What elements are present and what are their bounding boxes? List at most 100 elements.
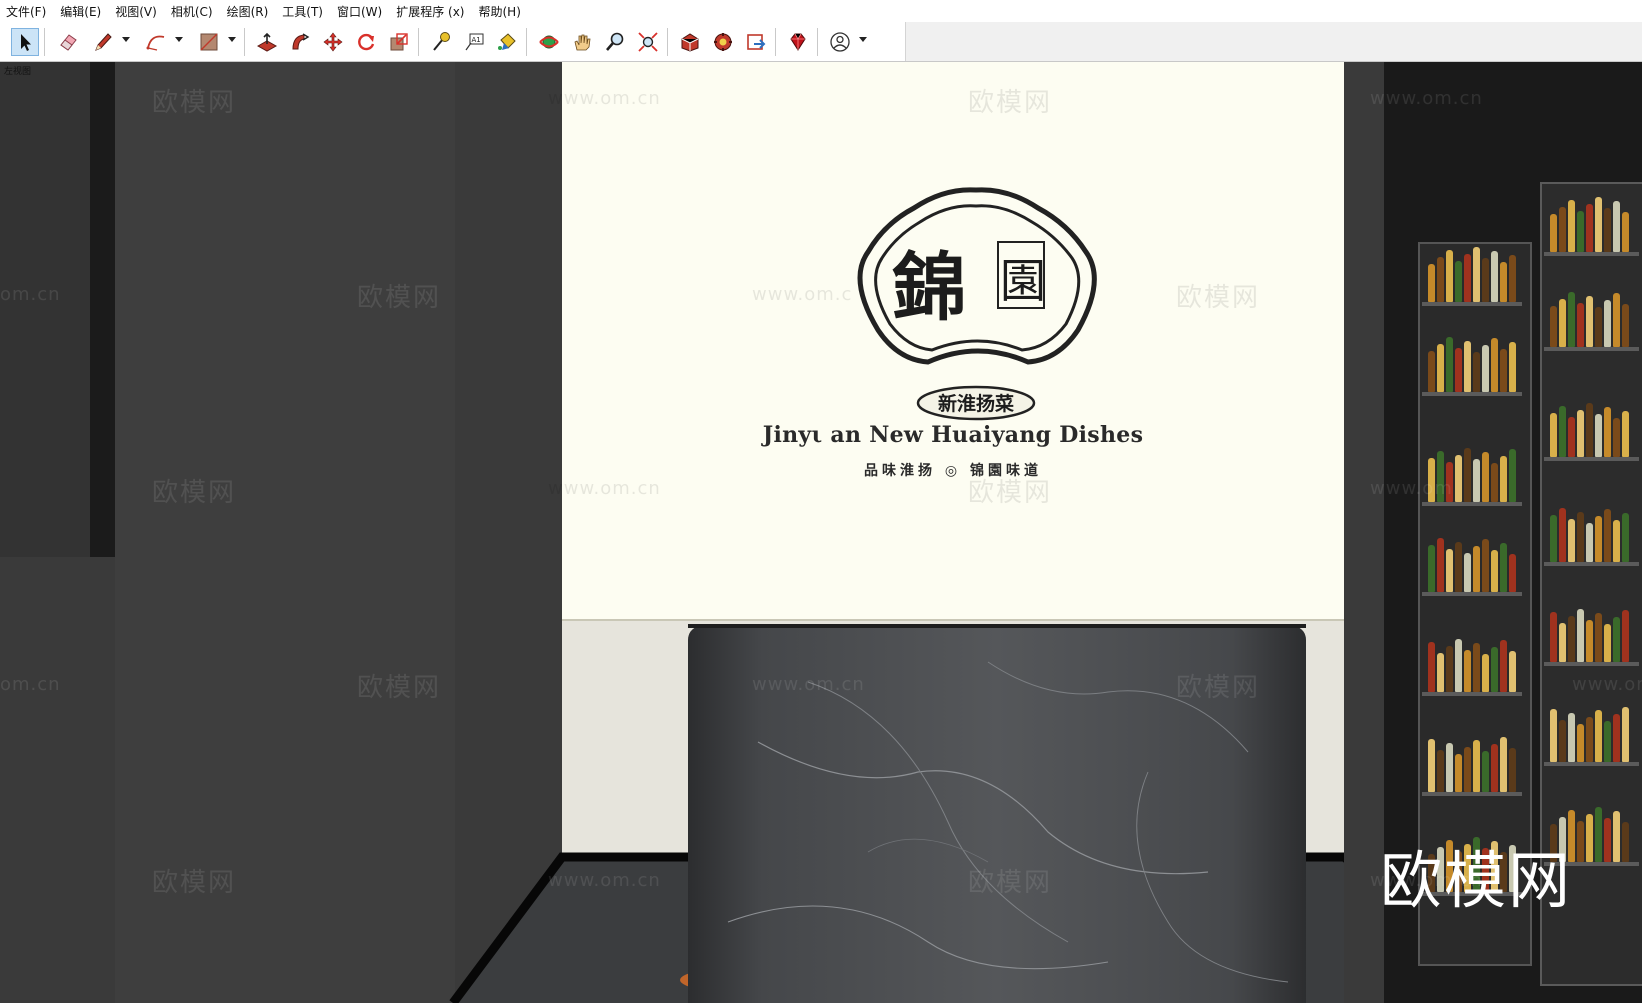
- rotate-tool-icon[interactable]: [352, 28, 380, 56]
- select-tool-icon[interactable]: [11, 28, 39, 56]
- bottle: [1500, 456, 1507, 502]
- bottle: [1491, 550, 1498, 592]
- fridge-shelf: [1422, 592, 1522, 596]
- toolbar-separator: [526, 28, 527, 56]
- text-tool-glyph: A1: [472, 36, 481, 44]
- account-icon[interactable]: [826, 28, 854, 56]
- rectangle-dropdown-chevron-icon[interactable]: [227, 34, 237, 44]
- zoom-tool-icon[interactable]: [601, 28, 629, 56]
- bottle: [1473, 643, 1480, 692]
- bottle: [1595, 613, 1602, 662]
- bottle: [1437, 344, 1444, 392]
- bottle: [1482, 539, 1489, 592]
- pan-tool-icon[interactable]: [568, 28, 596, 56]
- bottle: [1491, 744, 1498, 792]
- fridge-shelf: [1422, 392, 1522, 396]
- move-tool-icon[interactable]: [319, 28, 347, 56]
- bottle: [1595, 710, 1602, 762]
- account-dropdown-chevron-icon[interactable]: [858, 34, 868, 44]
- bottle: [1613, 811, 1620, 862]
- send-to-layout-icon[interactable]: [742, 28, 770, 56]
- fridge-shelf: [1422, 692, 1522, 696]
- bottle: [1595, 307, 1602, 347]
- bottle: [1604, 407, 1611, 457]
- bottle: [1550, 306, 1557, 347]
- model-viewport[interactable]: 左视图 錦 園 新淮扬菜 Jinyι an New Huaiyang Dishe…: [0, 62, 1642, 1003]
- signboard: 錦 園 新淮扬菜 Jinyι an New Huaiyang Dishes 品味…: [562, 62, 1344, 621]
- menu-help[interactable]: 帮助(H): [478, 3, 520, 20]
- bottle: [1491, 338, 1498, 392]
- toolbar-separator: [418, 28, 419, 56]
- extension-warehouse-icon[interactable]: [709, 28, 737, 56]
- bottle: [1437, 451, 1444, 502]
- bottle-row: [1550, 194, 1629, 252]
- bottle: [1491, 251, 1498, 302]
- right-wall-return: [1344, 62, 1384, 1003]
- bottle: [1595, 197, 1602, 252]
- menu-edit[interactable]: 编辑(E): [60, 3, 101, 20]
- fridge-shelf: [1422, 302, 1522, 306]
- bottle: [1613, 293, 1620, 347]
- text-tool-icon[interactable]: A1: [460, 28, 488, 56]
- bottle: [1577, 609, 1584, 662]
- bottle: [1446, 250, 1453, 302]
- bottle: [1613, 418, 1620, 457]
- menu-file[interactable]: 文件(F): [6, 3, 46, 20]
- bottle: [1446, 549, 1453, 592]
- bottle: [1428, 351, 1435, 392]
- bottle: [1455, 639, 1462, 692]
- zoom-extents-tool-icon[interactable]: [634, 28, 662, 56]
- bottle: [1577, 303, 1584, 347]
- bottle: [1464, 448, 1471, 502]
- bottle: [1446, 462, 1453, 502]
- bottle: [1509, 449, 1516, 502]
- bottle: [1622, 610, 1629, 662]
- bottle: [1604, 208, 1611, 252]
- bottle: [1568, 292, 1575, 347]
- rectangle-tool-icon[interactable]: [195, 28, 223, 56]
- bottle: [1622, 822, 1629, 862]
- menu-view[interactable]: 视图(V): [115, 3, 157, 20]
- bottle: [1604, 300, 1611, 347]
- orbit-tool-icon[interactable]: [535, 28, 563, 56]
- menu-window[interactable]: 窗口(W): [337, 3, 382, 20]
- bottle: [1437, 538, 1444, 592]
- reception-counter: [688, 624, 1306, 1003]
- toolbar-separator: [817, 28, 818, 56]
- bottle-row: [1428, 334, 1516, 392]
- follow-me-tool-icon[interactable]: [286, 28, 314, 56]
- bottle: [1437, 750, 1444, 792]
- bottle: [1595, 414, 1602, 457]
- tape-measure-tool-icon[interactable]: [427, 28, 455, 56]
- bottle: [1464, 553, 1471, 592]
- push-pull-tool-icon[interactable]: [253, 28, 281, 56]
- bottle: [1559, 207, 1566, 252]
- fridge-shelf: [1422, 502, 1522, 506]
- bottle: [1604, 721, 1611, 762]
- menu-draw[interactable]: 绘图(R): [227, 3, 269, 20]
- bottle: [1500, 543, 1507, 592]
- menu-tools[interactable]: 工具(T): [282, 3, 323, 20]
- bottle: [1428, 642, 1435, 692]
- paint-bucket-tool-icon[interactable]: [493, 28, 521, 56]
- bottle: [1500, 640, 1507, 692]
- menu-extensions[interactable]: 扩展程序 (x): [396, 3, 464, 20]
- fridge-shelf: [1544, 662, 1639, 666]
- bottle: [1559, 508, 1566, 562]
- ruby-console-icon[interactable]: [784, 28, 812, 56]
- scale-tool-icon[interactable]: [385, 28, 413, 56]
- pencil-dropdown-chevron-icon[interactable]: [121, 34, 131, 44]
- arc-tool-icon[interactable]: [142, 28, 170, 56]
- arc-dropdown-chevron-icon[interactable]: [174, 34, 184, 44]
- menu-camera[interactable]: 相机(C): [171, 3, 213, 20]
- toolbar-separator: [667, 28, 668, 56]
- toolbar-separator: [775, 28, 776, 56]
- pencil-line-tool-icon[interactable]: [89, 28, 117, 56]
- bottle: [1428, 545, 1435, 592]
- warehouse-icon[interactable]: [676, 28, 704, 56]
- bottle: [1550, 413, 1557, 457]
- eraser-tool-icon[interactable]: [54, 28, 82, 56]
- bottle-row: [1428, 634, 1516, 692]
- bottle: [1595, 807, 1602, 862]
- bottle-row: [1428, 244, 1516, 302]
